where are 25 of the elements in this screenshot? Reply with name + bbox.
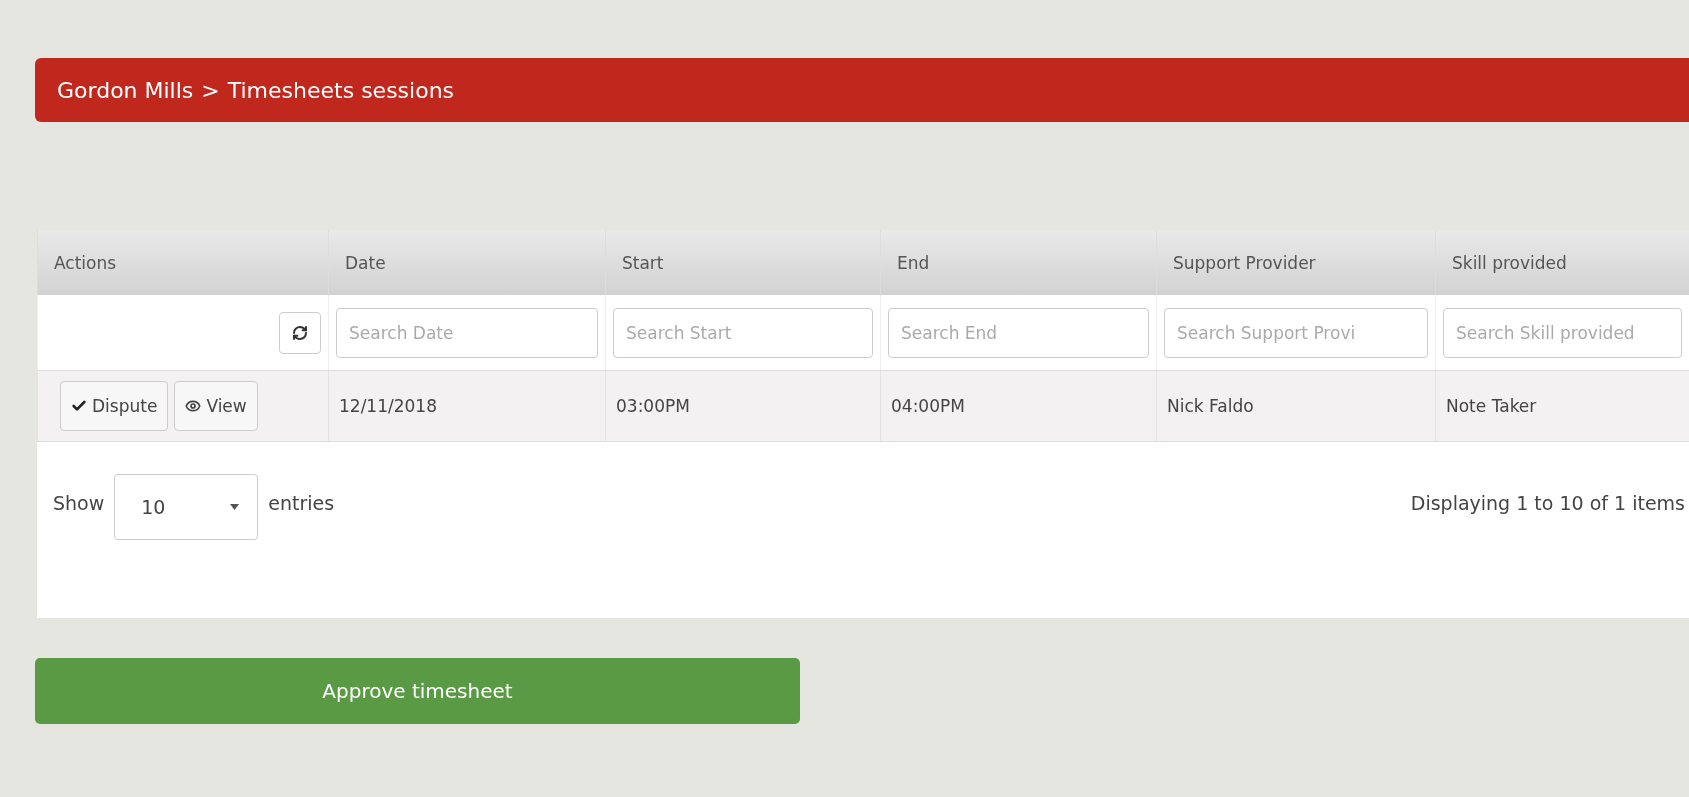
entries-label: entries [268, 492, 335, 514]
breadcrumb-item[interactable]: Gordon Mills [57, 77, 194, 103]
table-cell: Nick Faldo [1167, 396, 1254, 416]
view-button[interactable]: View [174, 381, 258, 431]
breadcrumb-separator: > [201, 77, 220, 103]
refresh-icon [292, 324, 308, 341]
search-field[interactable]: Search Date [336, 307, 598, 358]
table-cell: 03:00PM [616, 396, 690, 416]
breadcrumb-item: Timesheets sessions [227, 77, 455, 103]
table-cell: 12/11/2018 [339, 396, 437, 416]
table-cell: 04:00PM [891, 396, 965, 416]
eye-icon [185, 398, 202, 414]
page-size-select[interactable]: 10 [114, 474, 259, 540]
dispute-button[interactable]: Dispute [60, 381, 169, 431]
check-icon [71, 398, 87, 414]
pagination-summary: Displaying 1 to 10 of 1 items [1410, 492, 1685, 516]
search-field[interactable]: Search Support Provi [1164, 307, 1428, 358]
search-field[interactable]: Search Skill provided [1443, 307, 1682, 358]
refresh-button[interactable] [279, 311, 321, 354]
show-label: Show [53, 492, 105, 514]
table-cell: Note Taker [1446, 396, 1537, 416]
search-field[interactable]: Search End [888, 307, 1149, 358]
caret-icon [230, 504, 240, 510]
search-field[interactable]: Search Start [613, 307, 873, 358]
approve-button[interactable]: Approve timesheet [35, 658, 800, 724]
